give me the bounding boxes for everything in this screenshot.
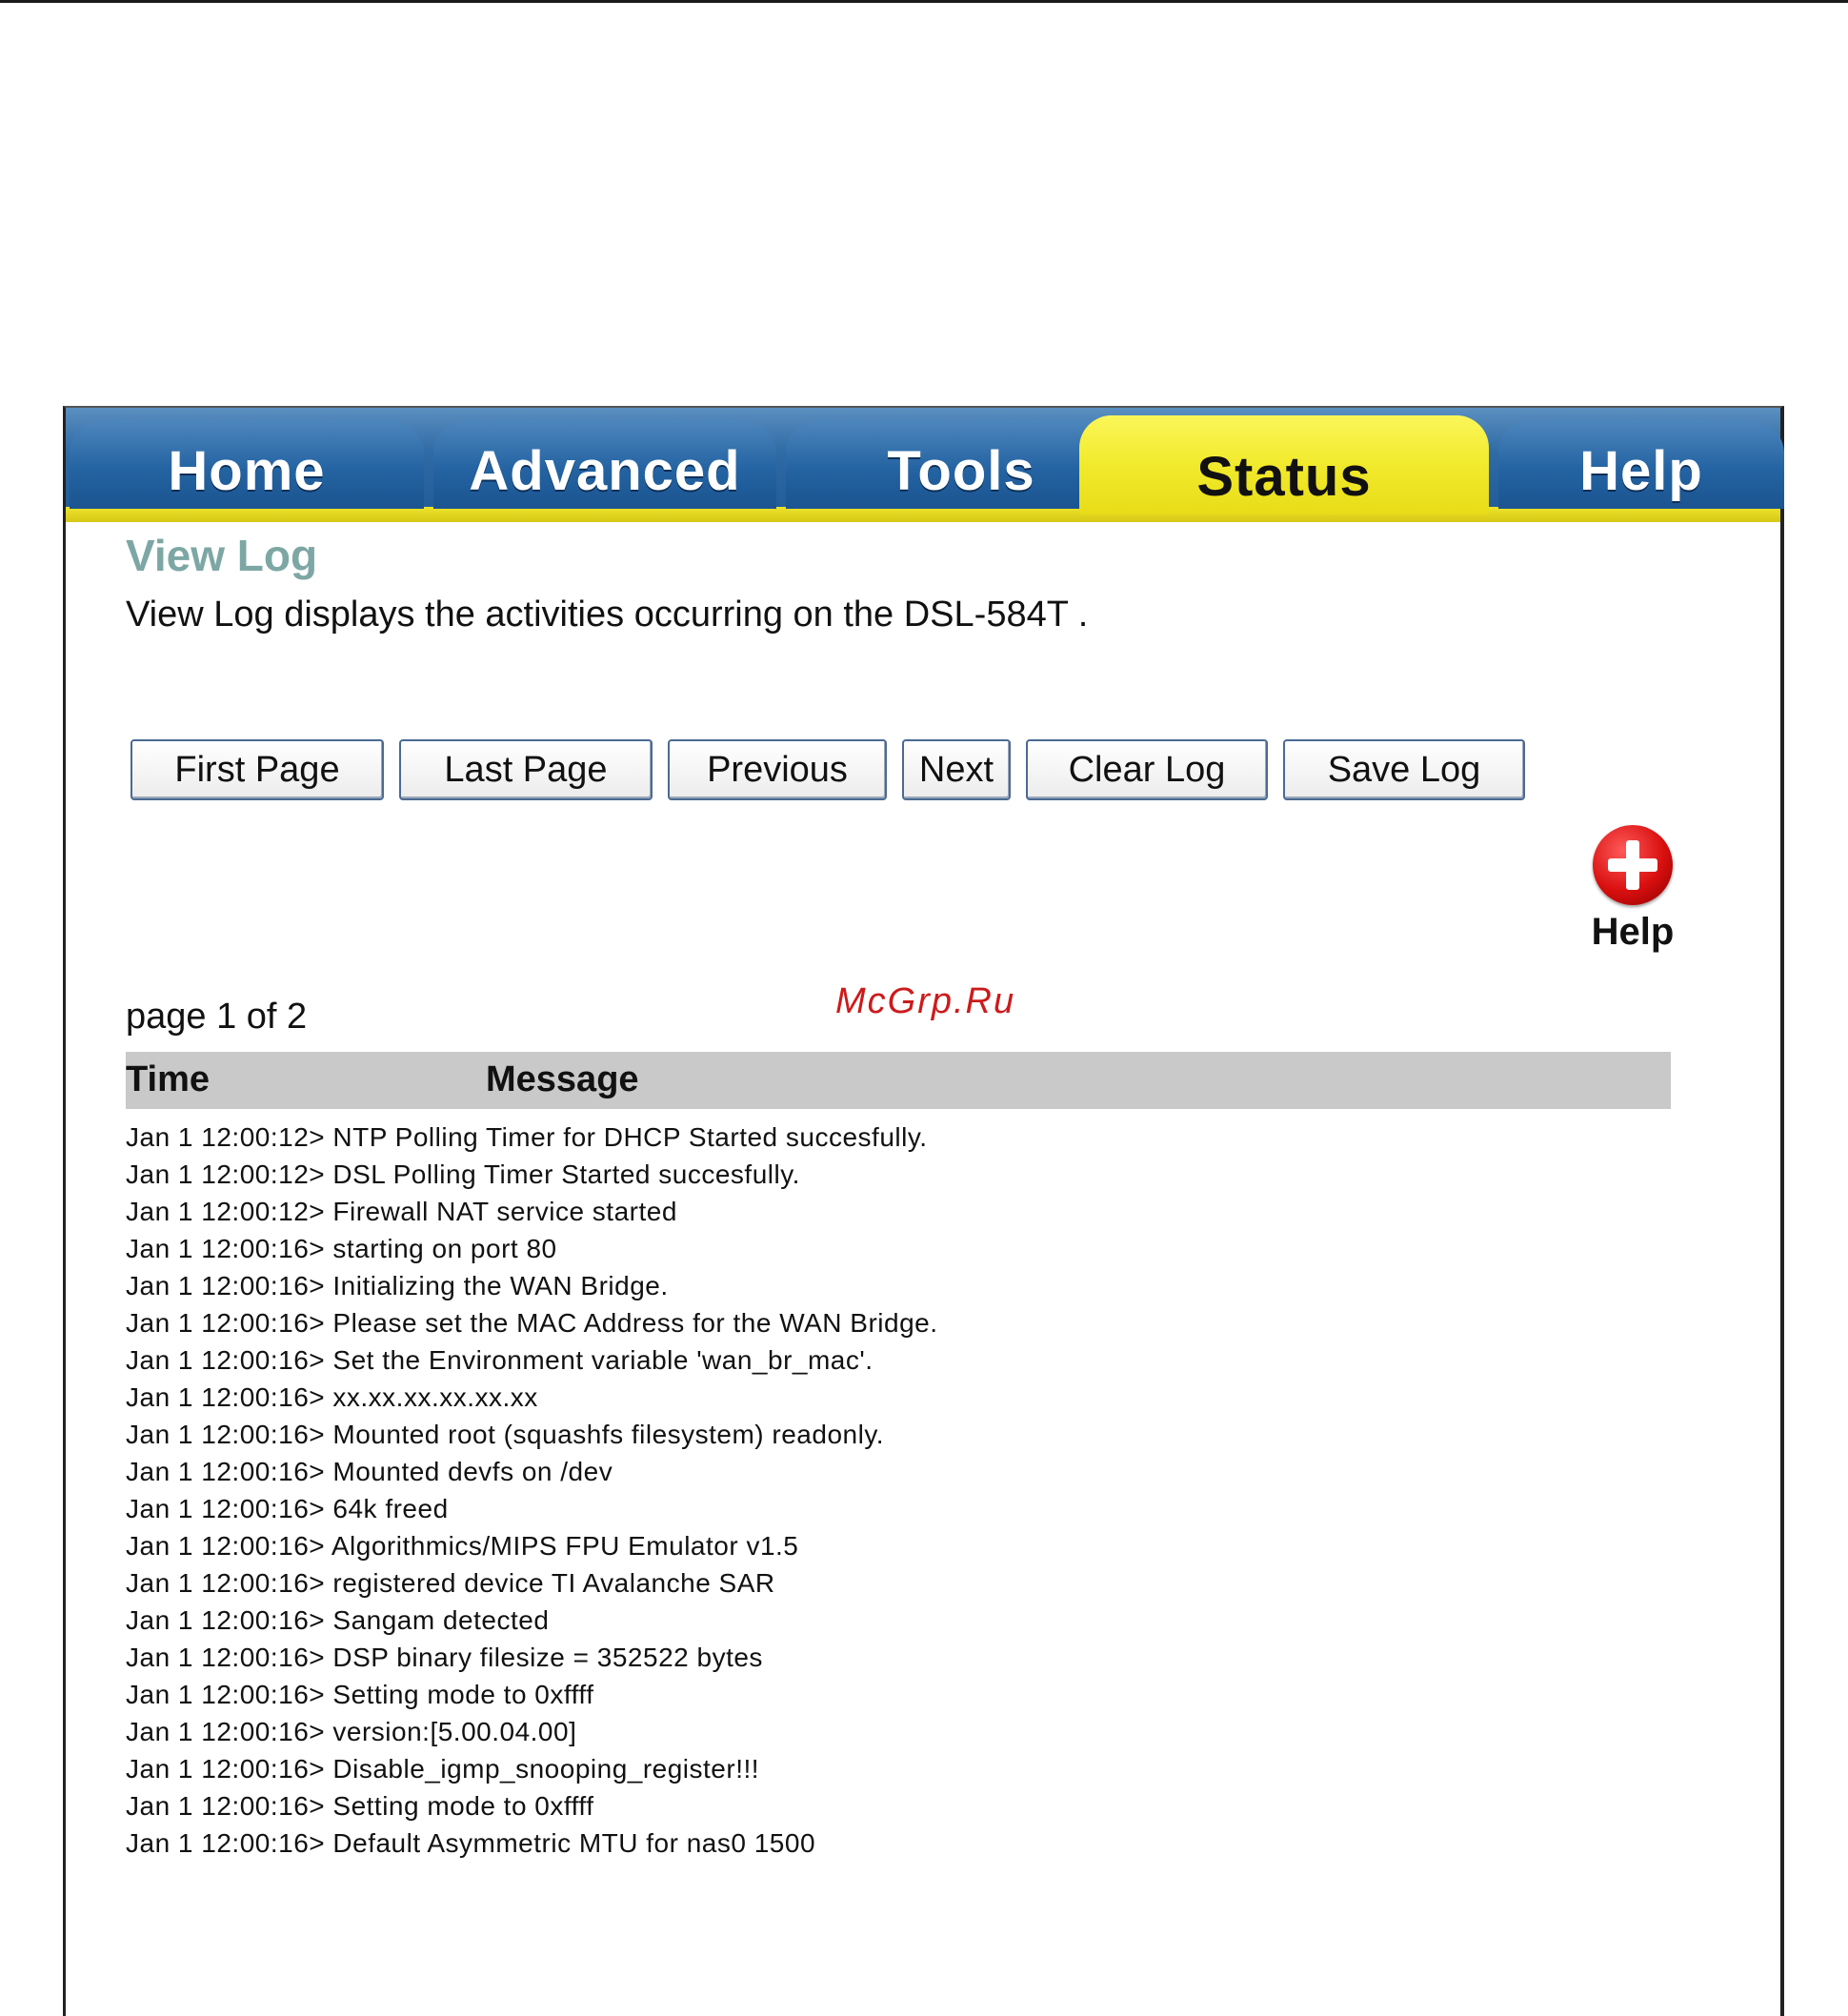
column-header-message: Message <box>486 1059 639 1099</box>
log-row: Jan 1 12:00:16> Setting mode to 0xffff <box>126 1680 594 1709</box>
help-plus-icon <box>1593 825 1673 905</box>
log-row: Jan 1 12:00:12> Firewall NAT service sta… <box>126 1197 677 1226</box>
tab-help[interactable]: Help <box>1498 421 1784 509</box>
main-tab-bar: Home Advanced Tools Status Help <box>66 408 1784 522</box>
tab-bar-underline <box>66 507 1780 522</box>
log-row: Jan 1 12:00:16> version:[5.00.04.00] <box>126 1717 577 1746</box>
tab-advanced[interactable]: Advanced <box>433 421 776 509</box>
tab-status[interactable]: Status <box>1079 415 1489 514</box>
log-row: Jan 1 12:00:16> xx.xx.xx.xx.xx.xx <box>126 1382 538 1412</box>
top-rule <box>0 0 1848 3</box>
log-row: Jan 1 12:00:16> Sangam detected <box>126 1605 550 1635</box>
help-label: Help <box>1591 911 1675 953</box>
watermark: McGrp.Ru <box>835 981 1016 1021</box>
log-row: Jan 1 12:00:16> registered device TI Ava… <box>126 1568 775 1598</box>
log-row: Jan 1 12:00:16> Set the Environment vari… <box>126 1345 874 1375</box>
last-page-button[interactable]: Last Page <box>399 739 653 800</box>
log-row: Jan 1 12:00:16> DSP binary filesize = 35… <box>126 1643 763 1672</box>
help-link[interactable]: Help <box>1580 825 1685 954</box>
tab-home[interactable]: Home <box>70 421 424 509</box>
log-row: Jan 1 12:00:16> 64k freed <box>126 1494 449 1523</box>
clear-log-button[interactable]: Clear Log <box>1026 739 1268 800</box>
log-row: Jan 1 12:00:16> Setting mode to 0xffff <box>126 1791 594 1821</box>
log-row: Jan 1 12:00:12> DSL Polling Timer Starte… <box>126 1159 800 1189</box>
log-row: Jan 1 12:00:16> starting on port 80 <box>126 1234 557 1263</box>
log-entries: Jan 1 12:00:12> NTP Polling Timer for DH… <box>126 1119 938 1862</box>
log-row: Jan 1 12:00:16> Algorithmics/MIPS FPU Em… <box>126 1531 799 1561</box>
page-title: View Log <box>126 531 318 580</box>
next-button[interactable]: Next <box>902 739 1011 800</box>
save-log-button[interactable]: Save Log <box>1283 739 1525 800</box>
log-row: Jan 1 12:00:16> Mounted root (squashfs f… <box>126 1420 885 1449</box>
log-table-header: Time Message <box>126 1052 1671 1109</box>
first-page-button[interactable]: First Page <box>131 739 384 800</box>
log-row: Jan 1 12:00:16> Default Asymmetric MTU f… <box>126 1828 816 1858</box>
column-header-time: Time <box>126 1059 211 1099</box>
page-description: View Log displays the activities occurri… <box>126 595 1089 635</box>
log-row: Jan 1 12:00:16> Initializing the WAN Bri… <box>126 1271 669 1300</box>
previous-button[interactable]: Previous <box>668 739 887 800</box>
log-row: Jan 1 12:00:16> Please set the MAC Addre… <box>126 1308 938 1338</box>
router-status-frame: Home Advanced Tools Status Help View Log… <box>63 406 1784 2016</box>
page-indicator: page 1 of 2 <box>126 997 308 1037</box>
log-row: Jan 1 12:00:16> Disable_igmp_snooping_re… <box>126 1754 760 1784</box>
log-row: Jan 1 12:00:12> NTP Polling Timer for DH… <box>126 1122 928 1152</box>
log-row: Jan 1 12:00:16> Mounted devfs on /dev <box>126 1457 613 1486</box>
